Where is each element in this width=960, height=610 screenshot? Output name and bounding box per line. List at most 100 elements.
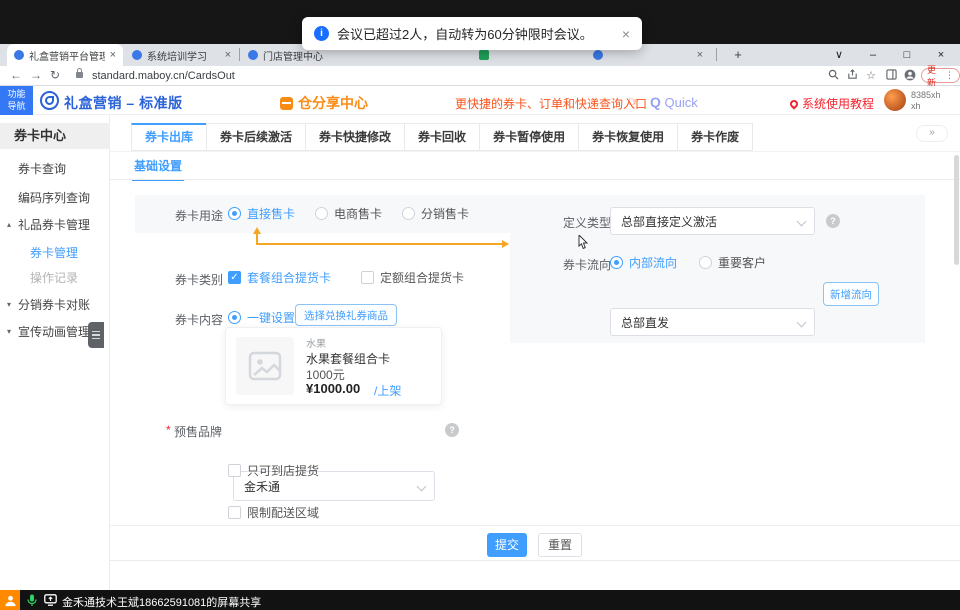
flow-label: 券卡流向 [563, 256, 611, 273]
tab-card-recycle[interactable]: 券卡回收 [404, 123, 480, 151]
checkbox-combo-pickup-card[interactable]: ✓套餐组合提货卡 [228, 269, 331, 286]
new-tab-button[interactable]: + [729, 46, 747, 64]
sidebar-item-code-sequence-query[interactable]: 编码序列查询 [0, 189, 110, 207]
radio-important-customer[interactable]: 重要客户 [699, 254, 766, 271]
side-panel-icon[interactable] [884, 69, 898, 83]
flow-select[interactable]: 总部直发 [610, 308, 815, 336]
scrollbar-thumb[interactable] [954, 155, 959, 265]
usage-label: 券卡用途 [175, 207, 223, 224]
update-label: 更新 [927, 63, 943, 89]
flow-radio-group: 内部流向 重要客户 [610, 254, 766, 271]
checkbox-label: 定额组合提货卡 [380, 269, 464, 286]
sidebar-item-label: 宣传动画管理 [18, 325, 90, 339]
radio-label: 重要客户 [718, 254, 766, 271]
reset-button[interactable]: 重置 [538, 533, 582, 557]
chevron-down-icon: ▾ [7, 296, 11, 314]
tab-card-resume[interactable]: 券卡恢复使用 [578, 123, 678, 151]
browser-tab[interactable]: 系统培训学习 × [125, 44, 238, 66]
favicon-icon [132, 50, 142, 60]
checkbox-store-pickup-only[interactable]: 只可到店提货 [228, 462, 319, 479]
tutorial-label: 系统使用教程 [802, 95, 874, 112]
checkbox-label: 限制配送区域 [247, 504, 319, 521]
microphone-icon[interactable] [27, 594, 37, 607]
user-avatar[interactable] [884, 89, 906, 111]
url-text[interactable]: standard.maboy.cn/CardsOut [92, 70, 235, 82]
category-checkbox-group: ✓套餐组合提货卡 定额组合提货卡 [228, 269, 464, 286]
favicon-icon [248, 50, 258, 60]
sidebar-collapse-handle[interactable] [88, 322, 104, 348]
favicon-icon [593, 50, 603, 60]
tab-close-icon[interactable]: × [110, 49, 116, 61]
divider [110, 560, 960, 561]
back-icon[interactable]: ← [10, 68, 22, 82]
tab-close-icon[interactable]: × [697, 49, 703, 61]
tab-card-pause[interactable]: 券卡暂停使用 [479, 123, 579, 151]
favicon-icon [479, 50, 489, 60]
radio-distribution-sale[interactable]: 分销售卡 [402, 205, 469, 222]
submit-button[interactable]: 提交 [487, 533, 527, 557]
help-icon[interactable]: ? [445, 423, 459, 437]
tab-card-quick-edit[interactable]: 券卡快捷修改 [305, 123, 405, 151]
sidebar-item-distribution-reconcile[interactable]: ▾ 分销券卡对账 [0, 296, 110, 314]
product-tag: 水果 [306, 335, 326, 350]
add-flow-button[interactable]: 新增流向 [823, 282, 879, 306]
function-nav-line1: 功能 [7, 89, 25, 100]
arrow-line-horizontal [256, 243, 503, 245]
tab-card-void[interactable]: 券卡作废 [677, 123, 753, 151]
window-menu-button[interactable]: ∨ [828, 44, 850, 66]
browser-addressbar: ← → ↻ standard.maboy.cn/CardsOut ☆ 更新 ⋮ [0, 66, 960, 86]
divider [110, 525, 960, 526]
tab-card-activate[interactable]: 券卡后续激活 [206, 123, 306, 151]
checkbox-limit-delivery-area[interactable]: 限制配送区域 [228, 504, 319, 521]
product-onshelf-link[interactable]: /上架 [374, 382, 401, 399]
browser-tab-active[interactable]: 礼盒营销平台管理中心 × [7, 44, 123, 66]
sidebar-item-card-management-active[interactable]: 券卡管理 [0, 244, 110, 262]
browser-update-button[interactable]: 更新 ⋮ [921, 68, 960, 83]
tabs-underline [110, 151, 960, 152]
sidebar-item-label: 礼品券卡管理 [18, 218, 90, 232]
window-maximize-button[interactable]: □ [896, 44, 918, 66]
tab-close-icon[interactable]: × [225, 49, 231, 61]
radio-one-click-setup[interactable]: 一键设置 [228, 309, 295, 326]
radio-label: 内部流向 [629, 254, 677, 271]
select-gift-goods-button[interactable]: 选择兑换礼券商品 [295, 304, 397, 326]
screen-share-icon[interactable] [44, 594, 57, 606]
tab-card-outbound[interactable]: 券卡出库 [131, 123, 207, 151]
window-minimize-button[interactable]: – [862, 44, 884, 66]
tutorial-link[interactable]: 系统使用教程 [790, 95, 874, 112]
quick-entry-promo-text: 更快捷的券卡、订单和快递查询入口 [455, 95, 647, 112]
user-id: 8385xh [911, 90, 941, 101]
bookmark-star-icon[interactable]: ☆ [864, 69, 878, 83]
radio-off-icon [402, 207, 415, 220]
sidebar-item-card-query[interactable]: 券卡查询 [0, 160, 110, 178]
brand-label: 预售品牌 [174, 423, 222, 440]
forward-icon[interactable]: → [30, 68, 42, 82]
product-image-placeholder [236, 337, 294, 395]
tab-separator [716, 48, 717, 61]
checkbox-fixed-amount-card[interactable]: 定额组合提货卡 [361, 269, 464, 286]
quick-search-link[interactable]: Q Quick [650, 94, 698, 110]
radio-label: 分销售卡 [421, 205, 469, 222]
help-icon[interactable]: ? [826, 214, 840, 228]
define-type-select[interactable]: 总部直接定义激活 [610, 207, 815, 235]
checkbox-unchecked-icon [361, 271, 374, 284]
radio-ecommerce-sale[interactable]: 电商售卡 [315, 205, 382, 222]
radio-direct-sale[interactable]: 直接售卡 [228, 205, 295, 222]
zoom-icon[interactable] [826, 69, 840, 83]
function-nav-button[interactable]: 功能 导航 [0, 86, 33, 115]
radio-internal-flow[interactable]: 内部流向 [610, 254, 677, 271]
share-center-link[interactable]: 仓分享中心 [280, 93, 368, 113]
reload-icon[interactable]: ↻ [50, 68, 60, 82]
radio-label: 电商售卡 [334, 205, 382, 222]
meeting-toast: i 会议已超过2人，自动转为60分钟限时会议。 × [302, 17, 642, 50]
participant-icon[interactable] [0, 590, 20, 610]
sidebar-item-operation-log[interactable]: 操作记录 [0, 269, 110, 287]
chevron-down-icon [797, 217, 807, 227]
share-icon[interactable] [845, 69, 859, 83]
toast-close-icon[interactable]: × [622, 26, 630, 42]
collapse-tabs-button[interactable]: » [916, 125, 948, 142]
subtab-basic-settings[interactable]: 基础设置 [132, 157, 184, 181]
sidebar-item-gift-card-management[interactable]: ▴ 礼品券卡管理 [0, 216, 110, 234]
profile-icon[interactable] [903, 69, 917, 83]
radio-off-icon [699, 256, 712, 269]
